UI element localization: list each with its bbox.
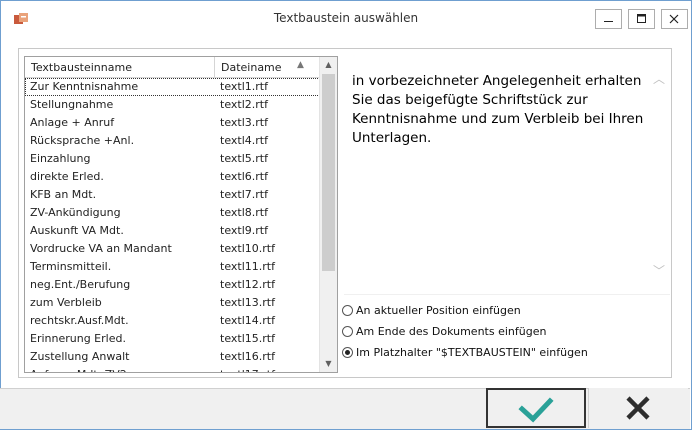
- radio-selected-icon[interactable]: [342, 347, 353, 358]
- minimize-icon: [604, 21, 613, 22]
- dialog-footer: [0, 388, 690, 429]
- ok-button[interactable]: [486, 388, 586, 428]
- textbaustein-list[interactable]: Textbausteinname Dateiname ▲ Zur Kenntni…: [24, 56, 338, 373]
- item-file: textl5.rtf: [220, 152, 268, 165]
- item-file: textl16.rtf: [220, 350, 275, 363]
- item-name: Auskunft VA Mdt.: [30, 224, 124, 237]
- maximize-icon: [637, 14, 646, 23]
- radio-icon[interactable]: [342, 326, 353, 337]
- item-file: textl7.rtf: [220, 188, 268, 201]
- item-file: textl15.rtf: [220, 332, 275, 345]
- list-item[interactable]: Zustellung Anwalt textl16.rtf: [25, 348, 320, 366]
- list-item[interactable]: zum Verbleib textl13.rtf: [25, 294, 320, 312]
- item-name: Anlage + Anruf: [30, 116, 115, 129]
- item-name: neg.Ent./Berufung: [30, 278, 131, 291]
- item-name: KFB an Mdt.: [30, 188, 97, 201]
- column-header-file[interactable]: Dateiname: [221, 61, 282, 74]
- item-file: textl4.rtf: [220, 134, 268, 147]
- option-placeholder[interactable]: Im Platzhalter "$TEXTBAUSTEIN" einfügen: [342, 346, 588, 359]
- item-name: direkte Erled.: [30, 170, 104, 183]
- list-item[interactable]: Anlage + Anruf textl3.rtf: [25, 114, 320, 132]
- cancel-button[interactable]: [588, 388, 688, 428]
- item-name: Einzahlung: [30, 152, 91, 165]
- list-item[interactable]: KFB an Mdt. textl7.rtf: [25, 186, 320, 204]
- item-name: Erinnerung Erled.: [30, 332, 126, 345]
- window-title: Textbaustein auswählen: [273, 11, 419, 25]
- item-name: rechtskr.Ausf.Mdt.: [30, 314, 129, 327]
- option-end-of-document[interactable]: Am Ende des Dokuments einfügen: [342, 325, 546, 338]
- item-name: Zur Kenntnisnahme: [30, 80, 139, 93]
- list-item[interactable]: ZV-Ankündigung textl8.rtf: [25, 204, 320, 222]
- item-file: textl2.rtf: [220, 98, 268, 111]
- item-file: textl9.rtf: [220, 224, 268, 237]
- option-current-position[interactable]: An aktueller Position einfügen: [342, 304, 521, 317]
- checkmark-icon: [518, 397, 554, 423]
- item-name: zum Verbleib: [30, 296, 102, 309]
- option-label: Im Platzhalter "$TEXTBAUSTEIN" einfügen: [356, 346, 588, 359]
- maximize-button[interactable]: [628, 9, 655, 29]
- option-label: An aktueller Position einfügen: [356, 304, 521, 317]
- list-item[interactable]: direkte Erled. textl6.rtf: [25, 168, 320, 186]
- item-name: ZV-Ankündigung: [30, 206, 121, 219]
- option-label: Am Ende des Dokuments einfügen: [356, 325, 547, 338]
- scroll-thumb[interactable]: [322, 74, 335, 271]
- list-item[interactable]: Anfrage Mdt. ZV2 textl17.rtf: [25, 366, 320, 372]
- list-item[interactable]: rechtskr.Ausf.Mdt. textl14.rtf: [25, 312, 320, 330]
- preview-scroll-up-icon[interactable]: ︿: [653, 70, 665, 87]
- radio-icon[interactable]: [342, 305, 353, 316]
- list-header: Textbausteinname Dateiname ▲: [25, 57, 320, 78]
- title-bar: Textbaustein auswählen: [1, 1, 691, 37]
- scroll-up-arrow-icon[interactable]: ▲: [320, 57, 337, 73]
- list-item[interactable]: Erinnerung Erled. textl15.rtf: [25, 330, 320, 348]
- list-item[interactable]: Auskunft VA Mdt. textl9.rtf: [25, 222, 320, 240]
- list-item[interactable]: Rücksprache +Anl. textl4.rtf: [25, 132, 320, 150]
- list-item[interactable]: Einzahlung textl5.rtf: [25, 150, 320, 168]
- list-rows: Zur Kenntnisnahme textl1.rtf Stellungnahme…: [25, 78, 320, 372]
- item-name: Terminsmitteil.: [30, 260, 112, 273]
- list-item[interactable]: neg.Ent./Berufung textl12.rtf: [25, 276, 320, 294]
- list-item[interactable]: Stellungnahme textl2.rtf: [25, 96, 320, 114]
- list-item[interactable]: Vordrucke VA an Mandant textl10.rtf: [25, 240, 320, 258]
- item-name: Stellungnahme: [30, 98, 114, 111]
- item-file: textl14.rtf: [220, 314, 275, 327]
- preview-scroll-down-icon[interactable]: ﹀: [653, 262, 665, 279]
- close-icon: [669, 14, 679, 24]
- column-header-name[interactable]: Textbausteinname: [31, 61, 132, 74]
- column-separator[interactable]: [214, 57, 215, 77]
- item-name: Vordrucke VA an Mandant: [30, 242, 172, 255]
- item-file: textl6.rtf: [220, 170, 268, 183]
- minimize-button[interactable]: [595, 9, 622, 29]
- item-file: textl17.rtf: [220, 368, 275, 372]
- item-file: textl1.rtf: [220, 80, 268, 93]
- preview-text: in vorbezeichneter Angelegenheit erhalte…: [352, 73, 644, 146]
- item-name: Rücksprache +Anl.: [30, 134, 135, 147]
- scroll-down-arrow-icon[interactable]: ▼: [320, 356, 337, 372]
- item-file: textl11.rtf: [220, 260, 275, 273]
- cancel-x-icon: [626, 396, 650, 420]
- close-window-button[interactable]: [661, 9, 688, 29]
- sort-ascending-icon: ▲: [297, 60, 304, 70]
- item-file: textl10.rtf: [220, 242, 275, 255]
- item-name: Anfrage Mdt. ZV2: [30, 368, 127, 372]
- list-item[interactable]: Terminsmitteil. textl11.rtf: [25, 258, 320, 276]
- item-file: textl8.rtf: [220, 206, 268, 219]
- preview-divider: [344, 294, 670, 295]
- item-file: textl12.rtf: [220, 278, 275, 291]
- item-file: textl13.rtf: [220, 296, 275, 309]
- item-file: textl3.rtf: [220, 116, 268, 129]
- list-item[interactable]: Zur Kenntnisnahme textl1.rtf: [25, 78, 320, 96]
- list-scrollbar[interactable]: ▲ ▼: [319, 57, 337, 372]
- item-name: Zustellung Anwalt: [30, 350, 130, 363]
